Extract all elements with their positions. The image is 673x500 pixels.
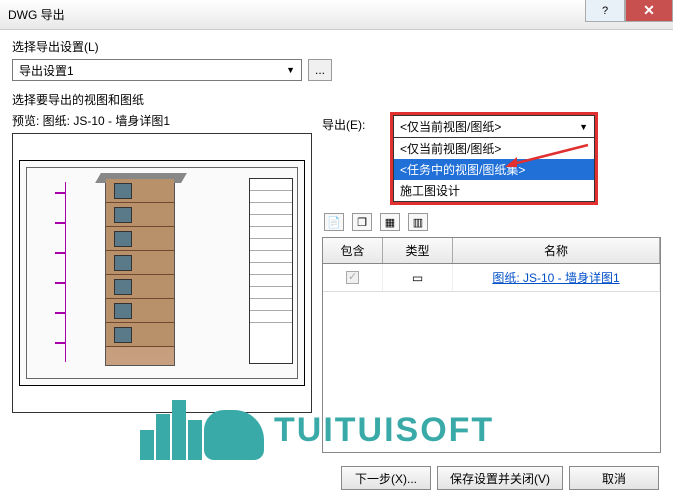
duplicate-icon[interactable]: ❐ [352,213,372,231]
checkbox-icon [346,271,359,284]
chevron-down-icon: ▼ [286,65,295,75]
include-cell[interactable] [323,264,383,291]
dialog-content: 选择导出设置(L) 导出设置1 ▼ ... 选择要导出的视图和图纸 预览: 图纸… [0,30,673,461]
table-row[interactable]: ▭ 图纸: JS-10 - 墙身详图1 [323,264,660,292]
combo-value: 导出设置1 [19,62,74,79]
dropdown-option-selected[interactable]: <任务中的视图/图纸集> [394,159,594,180]
col-include[interactable]: 包含 [323,238,383,263]
check-all-icon[interactable]: ▦ [380,213,400,231]
titlebar: DWG 导出 ? ✕ [0,0,673,30]
close-button[interactable]: ✕ [625,0,673,22]
browse-button[interactable]: ... [308,59,332,81]
window-title: DWG 导出 [8,6,65,23]
col-type[interactable]: 类型 [383,238,453,263]
dialog-footer: 下一步(X)... 保存设置并关闭(V) 取消 [341,466,659,490]
sheet-icon: ▭ [412,271,423,285]
dropdown-option[interactable]: <仅当前视图/图纸> [394,138,594,159]
export-dropdown-highlighted: <仅当前视图/图纸> ▼ <仅当前视图/图纸> <任务中的视图/图纸集> 施工图… [390,112,598,205]
window-controls: ? ✕ [585,0,673,22]
uncheck-all-icon[interactable]: ▥ [408,213,428,231]
save-close-button[interactable]: 保存设置并关闭(V) [437,466,563,490]
type-cell: ▭ [383,264,453,291]
building-render [105,178,175,366]
list-toolbar: 📄 ❐ ▦ ▥ [324,213,661,231]
dropdown-option[interactable]: 施工图设计 [394,180,594,201]
export-dropdown[interactable]: <仅当前视图/图纸> ▼ [393,115,595,138]
dropdown-value: <仅当前视图/图纸> [400,118,501,135]
cancel-button[interactable]: 取消 [569,466,659,490]
help-button[interactable]: ? [585,0,625,22]
chevron-down-icon: ▼ [579,122,588,132]
name-cell[interactable]: 图纸: JS-10 - 墙身详图1 [453,264,660,291]
preview-label: 预览: 图纸: JS-10 - 墙身详图1 [12,112,312,129]
views-section-label: 选择要导出的视图和图纸 [12,91,661,108]
export-label: 导出(E): [322,112,382,133]
settings-label: 选择导出设置(L) [12,38,661,55]
new-list-icon[interactable]: 📄 [324,213,344,231]
views-table: 包含 类型 名称 ▭ 图纸: JS-10 - 墙身详图1 [322,237,661,453]
dropdown-list: <仅当前视图/图纸> <任务中的视图/图纸集> 施工图设计 [393,138,595,202]
elevation-marks [55,182,83,362]
export-settings-combo[interactable]: 导出设置1 ▼ [12,59,302,81]
table-header: 包含 类型 名称 [323,238,660,264]
col-name[interactable]: 名称 [453,238,660,263]
drawing-sheet [19,160,305,386]
table-empty-area [323,292,660,452]
title-block [249,178,293,364]
preview-box [12,133,312,413]
sheet-link[interactable]: 图纸: JS-10 - 墙身详图1 [492,269,619,286]
next-button[interactable]: 下一步(X)... [341,466,431,490]
